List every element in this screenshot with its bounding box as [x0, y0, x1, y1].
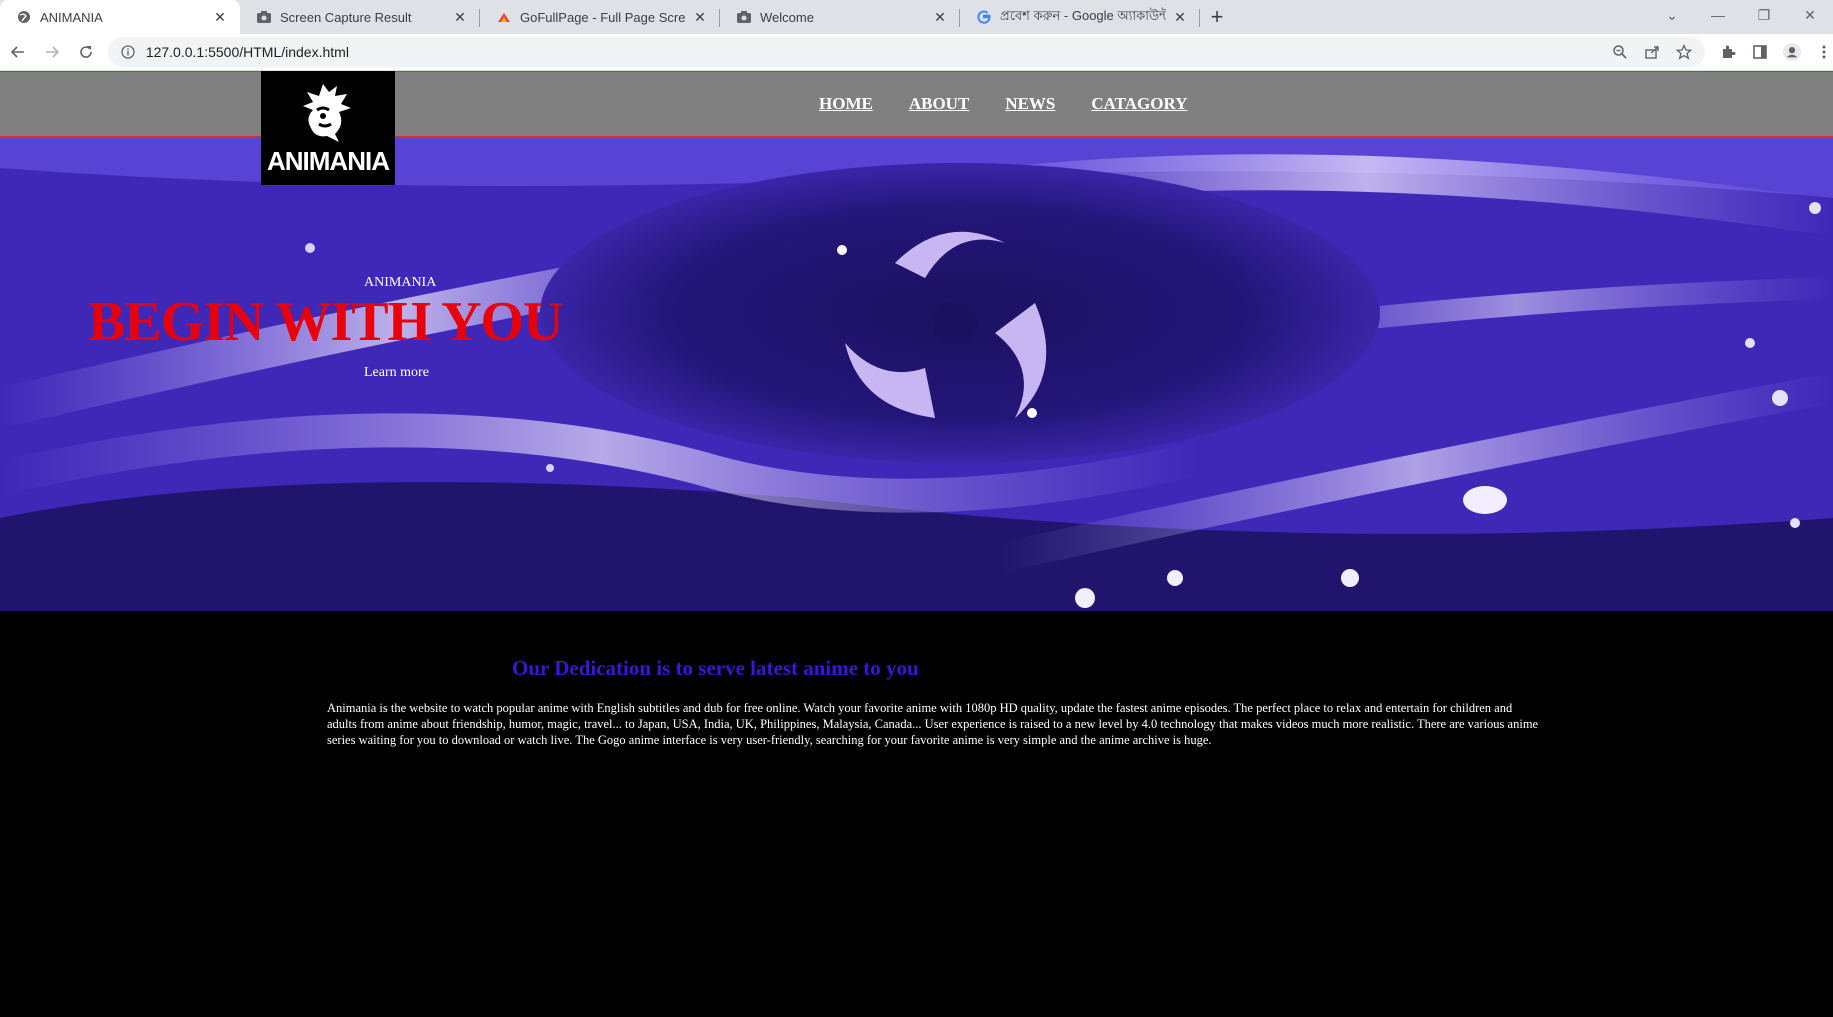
tab-separator [1199, 9, 1200, 27]
nav-link-home[interactable]: HOME [819, 94, 873, 114]
share-icon[interactable] [1643, 43, 1661, 61]
profile-avatar-icon[interactable] [1782, 43, 1801, 61]
dedication-section: Our Dedication is to serve latest anime … [0, 611, 1833, 1017]
browser-tab[interactable]: ANIMANIA ✕ [0, 0, 240, 34]
site-info-icon[interactable] [120, 44, 136, 60]
close-tab-icon[interactable]: ✕ [452, 9, 468, 25]
window-controls: ⌄ — ❐ ✕ [1649, 0, 1833, 30]
google-icon [976, 9, 992, 25]
hero-background-image [0, 138, 1833, 611]
camera-icon [256, 9, 272, 25]
gofullpage-icon [496, 9, 512, 25]
page-viewport: HOME ABOUT NEWS CATAGORY ANIMANIA ANIMAN… [0, 71, 1833, 1017]
extensions-icon[interactable] [1719, 43, 1737, 61]
browser-tabstrip: ANIMANIA ✕ Screen Capture Result ✕ GoFul… [0, 0, 1833, 34]
restore-button[interactable]: ❐ [1741, 7, 1787, 24]
close-tab-icon[interactable]: ✕ [212, 9, 228, 25]
logo-wordmark: ANIMANIA [267, 145, 390, 176]
nav-link-catagory[interactable]: CATAGORY [1091, 94, 1187, 114]
globe-icon [16, 9, 32, 25]
browser-tab[interactable]: Welcome ✕ [720, 0, 960, 34]
hero-kicker: ANIMANIA [364, 275, 437, 290]
camera-icon [736, 9, 752, 25]
tab-title: Welcome [760, 9, 814, 25]
dragon-logo-icon [303, 83, 351, 142]
site-logo[interactable]: ANIMANIA [261, 71, 395, 185]
close-tab-icon[interactable]: ✕ [932, 9, 948, 25]
close-window-button[interactable]: ✕ [1787, 7, 1833, 24]
hero-title: BEGIN WITH YOU [88, 291, 564, 353]
browser-tab[interactable]: GoFullPage - Full Page Screen Ca ✕ [480, 0, 720, 34]
new-tab-button[interactable]: + [1200, 0, 1234, 34]
close-tab-icon[interactable]: ✕ [1172, 9, 1188, 25]
main-menu: HOME ABOUT NEWS CATAGORY [819, 94, 1187, 114]
tab-search-icon[interactable]: ⌄ [1649, 7, 1695, 24]
tab-title: প্রবেশ করুন - Google অ্যাকাউন্ট [1000, 7, 1166, 23]
nav-link-about[interactable]: ABOUT [909, 94, 969, 114]
address-text: 127.0.0.1:5500/HTML/index.html [145, 44, 349, 60]
tab-title: Screen Capture Result [280, 9, 412, 25]
close-tab-icon[interactable]: ✕ [692, 9, 708, 25]
browser-tab[interactable]: Screen Capture Result ✕ [240, 0, 480, 34]
nav-link-news[interactable]: NEWS [1005, 94, 1055, 114]
menu-kebab-icon[interactable] [1815, 43, 1833, 61]
address-bar[interactable]: 127.0.0.1:5500/HTML/index.html [107, 37, 1705, 67]
hero-banner: ANIMANIA BEGIN WITH YOU Learn more [0, 138, 1833, 611]
learn-more-link[interactable]: Learn more [364, 365, 429, 381]
reload-button[interactable] [70, 36, 102, 68]
bookmark-star-icon[interactable] [1675, 43, 1693, 61]
section-body: Animania is the website to watch popular… [327, 701, 1539, 747]
zoom-icon[interactable] [1611, 43, 1629, 61]
browser-tab[interactable]: প্রবেশ করুন - Google অ্যাকাউন্ট ✕ [960, 0, 1200, 34]
tab-title: GoFullPage - Full Page Screen Ca [520, 9, 686, 25]
section-heading: Our Dedication is to serve latest anime … [512, 656, 919, 680]
browser-toolbar: 127.0.0.1:5500/HTML/index.html [0, 34, 1833, 71]
minimize-button[interactable]: — [1695, 7, 1741, 23]
side-panel-icon[interactable] [1751, 43, 1769, 61]
tab-title: ANIMANIA [40, 9, 103, 25]
forward-button[interactable] [36, 36, 68, 68]
back-button[interactable] [2, 36, 34, 68]
